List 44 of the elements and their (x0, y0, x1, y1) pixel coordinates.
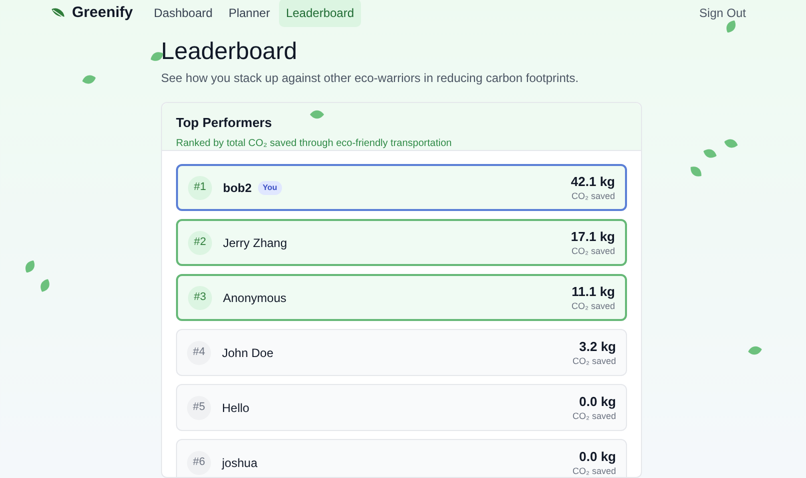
user-name: Hello (222, 400, 250, 416)
leaf-icon (310, 110, 324, 119)
rank-badge: #4 (187, 340, 211, 364)
sign-out-link[interactable]: Sign Out (699, 4, 746, 22)
leaf-icon (22, 258, 38, 275)
co2-amount: 17.1 kg (570, 228, 615, 244)
co2-label: CO₂ saved (571, 300, 615, 312)
nav-tab[interactable]: Dashboard (146, 0, 220, 27)
card-subtitle: Ranked by total CO₂ saved through eco-friendly transportation (176, 136, 452, 150)
co2-label: CO₂ saved (571, 190, 615, 202)
nav-tab[interactable]: Planner (222, 0, 277, 27)
co2-amount: 11.1 kg (572, 284, 615, 300)
co2-amount: 42.1 kg (570, 174, 615, 190)
brand-name[interactable]: Greenify (72, 2, 133, 24)
co2-amount: 0.0 kg (579, 394, 616, 410)
leaf-icon (38, 277, 52, 294)
co2-label: CO₂ saved (571, 244, 615, 256)
co2-label: CO₂ saved (572, 354, 616, 366)
co2-amount: 3.2 kg (579, 338, 616, 354)
rank-badge: #1 (188, 176, 212, 200)
page-description: See how you stack up against other eco-warriors in reducing carbon footprints. (161, 70, 580, 87)
card-title: Top Performers (176, 114, 272, 132)
co2-amount: 0.0 kg (579, 448, 616, 464)
user-name: John Doe (222, 344, 274, 362)
leaf-logo-icon (50, 7, 66, 19)
user-name: bob2 (223, 180, 252, 196)
rank-badge: #3 (188, 286, 212, 310)
co2-label: CO₂ saved (572, 464, 616, 476)
user-name: Anonymous (223, 290, 286, 306)
co2-label: CO₂ saved (572, 410, 616, 422)
user-name: Jerry Zhang (223, 234, 288, 252)
rank-badge: #5 (187, 396, 211, 420)
rank-badge: #6 (187, 450, 211, 474)
leaf-icon (724, 18, 738, 35)
leaf-icon (723, 137, 739, 150)
rank-badge: #2 (188, 230, 212, 254)
nav-tab[interactable]: Leaderboard (278, 0, 362, 27)
user-name: joshua (222, 454, 258, 472)
leaf-icon (81, 73, 97, 86)
leaf-icon (688, 164, 704, 180)
leaf-icon (747, 344, 763, 356)
leaf-icon (702, 146, 718, 160)
you-badge: You (258, 180, 282, 194)
page-title: Leaderboard (161, 38, 298, 66)
